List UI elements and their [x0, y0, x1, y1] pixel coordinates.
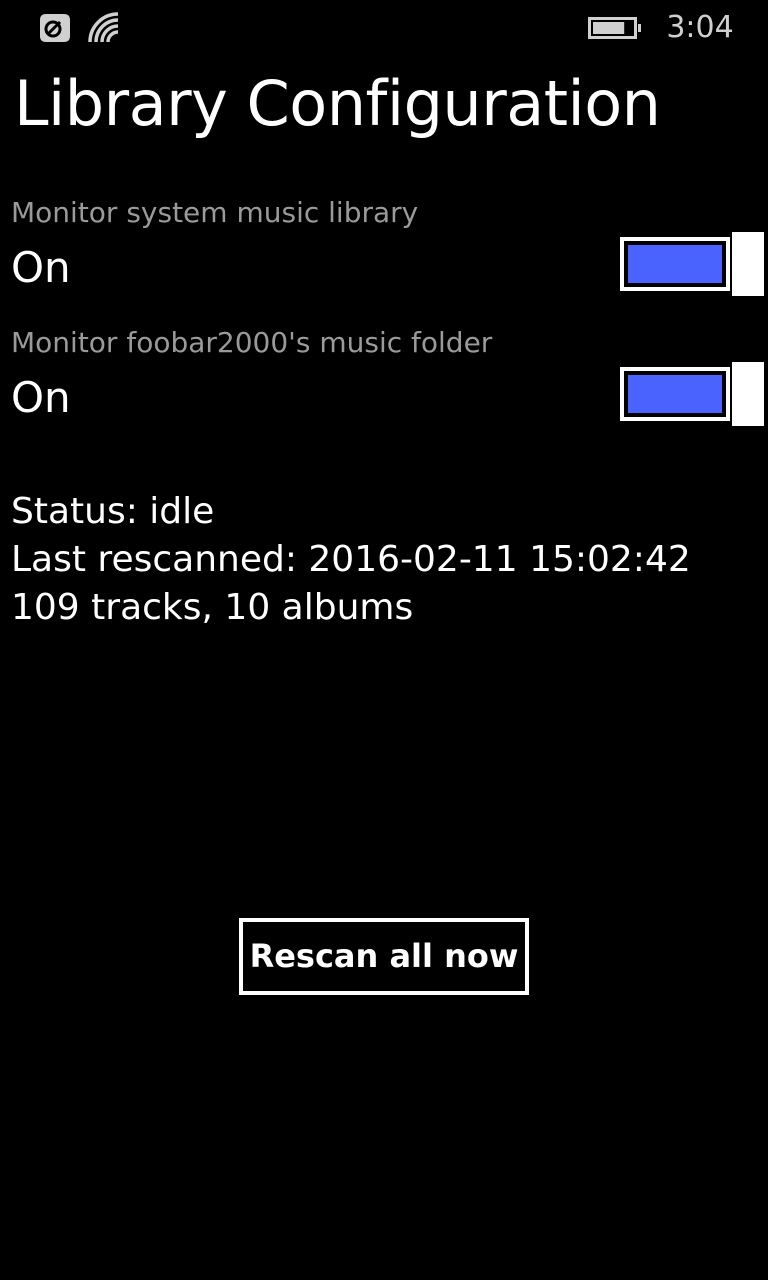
setting-monitor-system-library: Monitor system music library On — [0, 194, 768, 304]
status-text: Status: idle — [11, 491, 215, 532]
last-rescanned-text: Last rescanned: 2016-02-11 15:02:42 — [11, 539, 691, 580]
status-clock: 3:04 — [666, 10, 734, 45]
setting-value: On — [11, 243, 71, 292]
rescan-all-button[interactable]: Rescan all now — [239, 918, 529, 995]
setting-value: On — [11, 373, 71, 422]
setting-label: Monitor system music library — [11, 196, 419, 229]
toggle-thumb[interactable] — [732, 362, 764, 426]
setting-monitor-foobar-folder: Monitor foobar2000's music folder On — [0, 324, 768, 434]
status-bar: 3:04 — [0, 0, 768, 56]
nfc-icon — [40, 14, 70, 42]
library-info: Status: idle Last rescanned: 2016-02-11 … — [11, 488, 691, 632]
monitor-foobar-folder-toggle[interactable] — [620, 362, 764, 426]
wifi-icon — [88, 12, 119, 43]
toggle-track — [620, 237, 730, 291]
setting-label: Monitor foobar2000's music folder — [11, 326, 493, 359]
toggle-fill — [628, 375, 722, 413]
toggle-fill — [628, 245, 722, 283]
toggle-track — [620, 367, 730, 421]
monitor-system-library-toggle[interactable] — [620, 232, 764, 296]
library-counts-text: 109 tracks, 10 albums — [11, 587, 414, 628]
page-title: Library Configuration — [14, 67, 661, 140]
toggle-thumb[interactable] — [732, 232, 764, 296]
battery-icon — [588, 17, 641, 39]
